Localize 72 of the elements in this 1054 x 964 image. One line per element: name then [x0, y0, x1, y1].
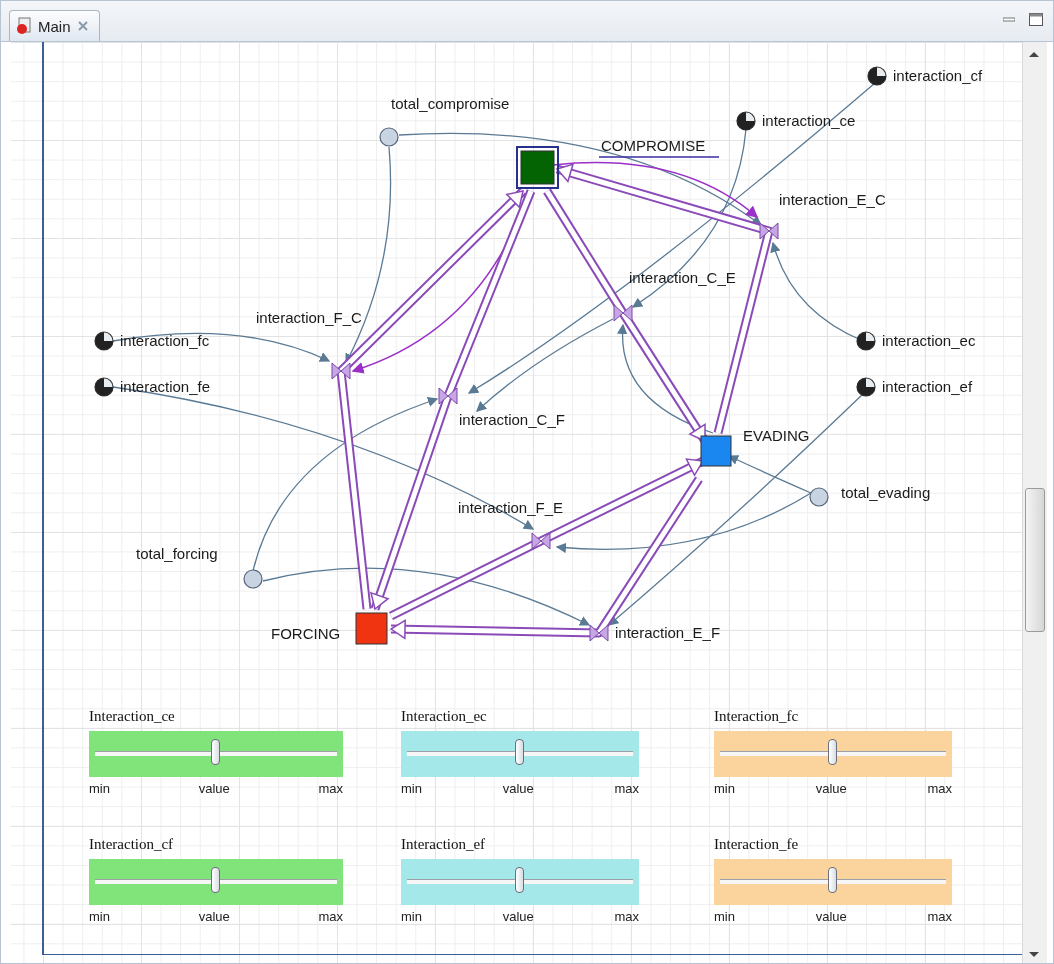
slider-thumb[interactable] [515, 739, 524, 765]
value-label: value [198, 781, 230, 796]
variable-label: total_forcing [136, 545, 218, 562]
parameter-label: interaction_fe [120, 378, 211, 395]
parameter-icon [94, 331, 114, 351]
min-label: min [401, 909, 422, 924]
parameter-icon [856, 377, 876, 397]
slider-label: Interaction_ec [401, 708, 487, 725]
scroll-up-icon[interactable] [1029, 52, 1039, 57]
flow-label: interaction_E_C [779, 191, 886, 208]
min-label: min [714, 909, 735, 924]
stock-label: COMPROMISE [601, 137, 706, 154]
tab-title: Main [38, 17, 71, 35]
slider-label: Interaction_fc [714, 708, 799, 725]
max-label: max [927, 909, 952, 924]
parameter-label: interaction_ec [882, 332, 976, 349]
max-label: max [614, 781, 639, 796]
scrollbar[interactable] [1022, 42, 1047, 963]
min-label: min [401, 781, 422, 796]
variable-icon [809, 487, 829, 507]
slider-thumb[interactable] [211, 867, 220, 893]
stock-box[interactable] [700, 435, 732, 467]
variable-icon [243, 569, 263, 589]
parameter-icon [94, 377, 114, 397]
slider-label: Interaction_ef [401, 836, 486, 853]
slider-thumb[interactable] [211, 739, 220, 765]
value-label: value [815, 909, 847, 924]
parameter-icon [856, 331, 876, 351]
close-icon[interactable] [76, 20, 89, 32]
stock-label: FORCING [271, 625, 341, 642]
slider-label: Interaction_fe [714, 836, 799, 853]
scrollbar-thumb[interactable] [1025, 488, 1045, 632]
model-icon [16, 17, 32, 35]
flow-label: interaction_E_F [615, 624, 721, 641]
variable-icon [379, 127, 399, 147]
parameter-label: interaction_ef [882, 378, 973, 395]
min-label: min [714, 781, 735, 796]
value-label: value [815, 781, 847, 796]
max-label: max [318, 781, 343, 796]
value-label: value [198, 909, 230, 924]
parameter-label: interaction_fc [120, 332, 210, 349]
value-label: value [502, 909, 534, 924]
min-label: min [89, 909, 110, 924]
value-label: value [502, 781, 534, 796]
variable-label: total_evading [841, 484, 931, 501]
variable-label: total_compromise [391, 95, 510, 112]
stock-box[interactable] [355, 612, 388, 645]
minimize-icon[interactable] [1003, 16, 1015, 23]
valve-icon [759, 222, 779, 240]
valve-icon [613, 304, 633, 322]
slider-label: Interaction_ce [89, 708, 175, 725]
parameter-icon [867, 66, 887, 86]
slider-thumb[interactable] [828, 867, 837, 893]
stock-label: EVADING [743, 427, 810, 444]
parameter-icon [736, 111, 756, 131]
main-tab[interactable]: Main [9, 10, 100, 41]
max-label: max [318, 909, 343, 924]
slider-thumb[interactable] [515, 867, 524, 893]
parameter-label: interaction_cf [893, 67, 983, 84]
flow-label: interaction_C_F [459, 411, 565, 428]
scroll-down-icon[interactable] [1029, 952, 1039, 957]
valve-icon [331, 362, 351, 380]
valve-icon [589, 624, 609, 642]
slider-label: Interaction_cf [89, 836, 174, 853]
max-label: max [614, 909, 639, 924]
flow-label: interaction_F_C [256, 309, 362, 326]
slider-thumb[interactable] [828, 739, 837, 765]
valve-icon [438, 387, 458, 405]
max-label: max [927, 781, 952, 796]
valve-icon [531, 532, 551, 550]
min-label: min [89, 781, 110, 796]
maximize-icon[interactable] [1029, 13, 1043, 26]
